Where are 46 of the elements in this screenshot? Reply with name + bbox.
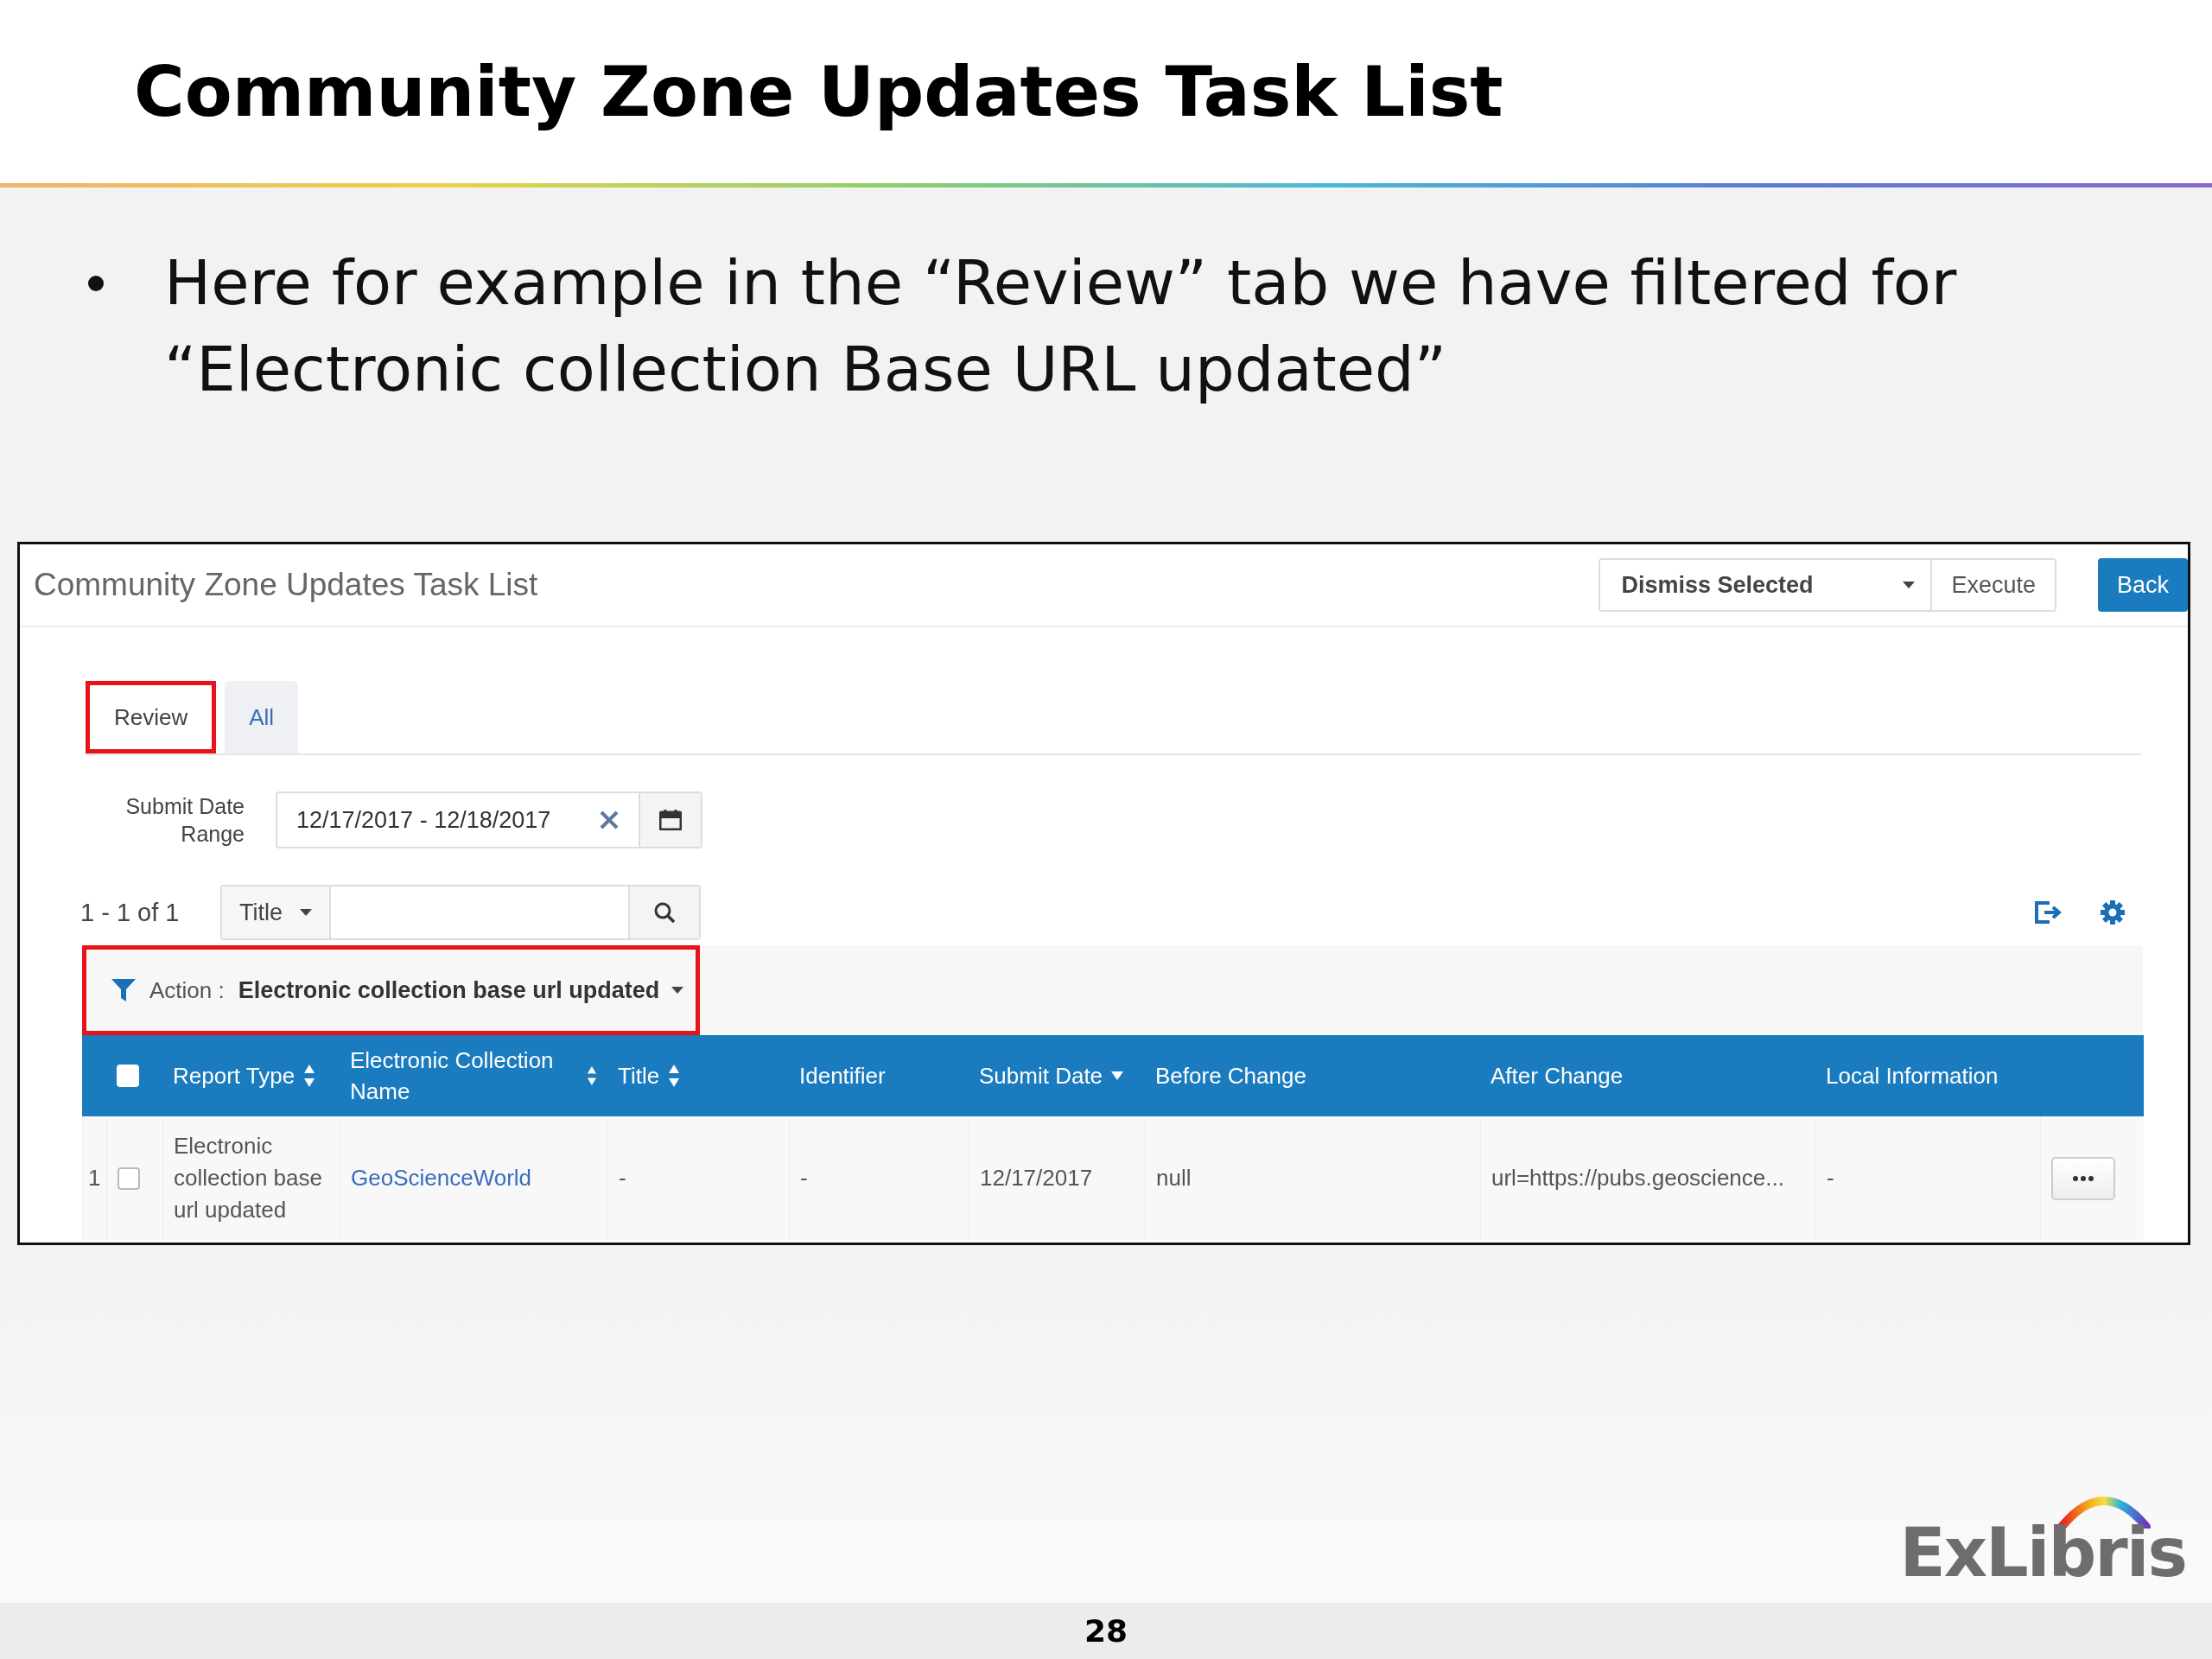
table-cell: Electronic collection base url updated bbox=[162, 1116, 340, 1240]
bullet-text: Here for example in the “Review” tab we have filtered for “Electronic collection Base URL updated” bbox=[164, 246, 1957, 405]
table-cell: null bbox=[1145, 1116, 1480, 1240]
select-all-checkbox[interactable] bbox=[117, 1065, 139, 1087]
column-header[interactable]: Report Type bbox=[162, 1035, 340, 1116]
app-title: Community Zone Updates Task List bbox=[34, 567, 539, 603]
back-button[interactable]: Back bbox=[2097, 558, 2188, 612]
tab[interactable]: Review bbox=[86, 681, 217, 753]
action-select[interactable]: Dismiss Selected Execute bbox=[1599, 558, 2056, 612]
ellipsis-icon bbox=[2073, 1175, 2094, 1181]
table-cell: url=https://pubs.geoscience... bbox=[1480, 1116, 1815, 1240]
column-header[interactable]: Submit Date bbox=[969, 1035, 1145, 1116]
slide-title: Community Zone Updates Task List bbox=[134, 51, 1503, 132]
table-cell: - bbox=[1815, 1116, 2040, 1240]
tab[interactable]: All bbox=[225, 681, 299, 753]
row-checkbox[interactable] bbox=[118, 1166, 140, 1190]
sort-icon bbox=[303, 1065, 316, 1087]
table-cell: - bbox=[789, 1116, 969, 1240]
bullet-icon bbox=[88, 276, 104, 291]
table-cell: 12/17/2017 bbox=[969, 1116, 1145, 1240]
filter-chip[interactable]: Action : Electronic collection base url updated bbox=[82, 945, 701, 1035]
export-icon bbox=[2034, 899, 2062, 925]
date-range-field[interactable]: 12/17/2017 - 12/18/2017 bbox=[276, 791, 702, 849]
column-header[interactable]: After Change bbox=[1480, 1035, 1815, 1116]
table-link[interactable]: GeoScienceWorld bbox=[351, 1162, 532, 1194]
caret-icon bbox=[1903, 582, 1916, 588]
field-label: Submit Date Range bbox=[124, 793, 245, 848]
more-button[interactable] bbox=[2051, 1156, 2115, 1200]
filter-icon bbox=[111, 979, 136, 1001]
column-header[interactable]: Identifier bbox=[789, 1035, 969, 1116]
caret-icon bbox=[671, 987, 684, 994]
sort-descending-icon bbox=[1111, 1071, 1124, 1080]
results-count: 1 - 1 of 1 bbox=[80, 898, 181, 927]
settings-icon bbox=[2100, 899, 2126, 925]
table-cell: - bbox=[607, 1116, 789, 1240]
sort-icon bbox=[587, 1065, 597, 1087]
column-header[interactable]: Title bbox=[607, 1035, 789, 1116]
page-number: 28 bbox=[1084, 1613, 1128, 1649]
sort-icon bbox=[668, 1065, 681, 1087]
row-number: 1 bbox=[82, 1116, 106, 1240]
column-header[interactable]: Local Information bbox=[1815, 1035, 2040, 1116]
column-header[interactable]: Before Change bbox=[1145, 1035, 1480, 1116]
calendar-icon bbox=[659, 810, 682, 830]
clear-icon bbox=[599, 810, 620, 830]
column-header[interactable]: Electronic Collection Name bbox=[340, 1035, 607, 1116]
logo-wordmark: ExLibris bbox=[1899, 1518, 2186, 1587]
